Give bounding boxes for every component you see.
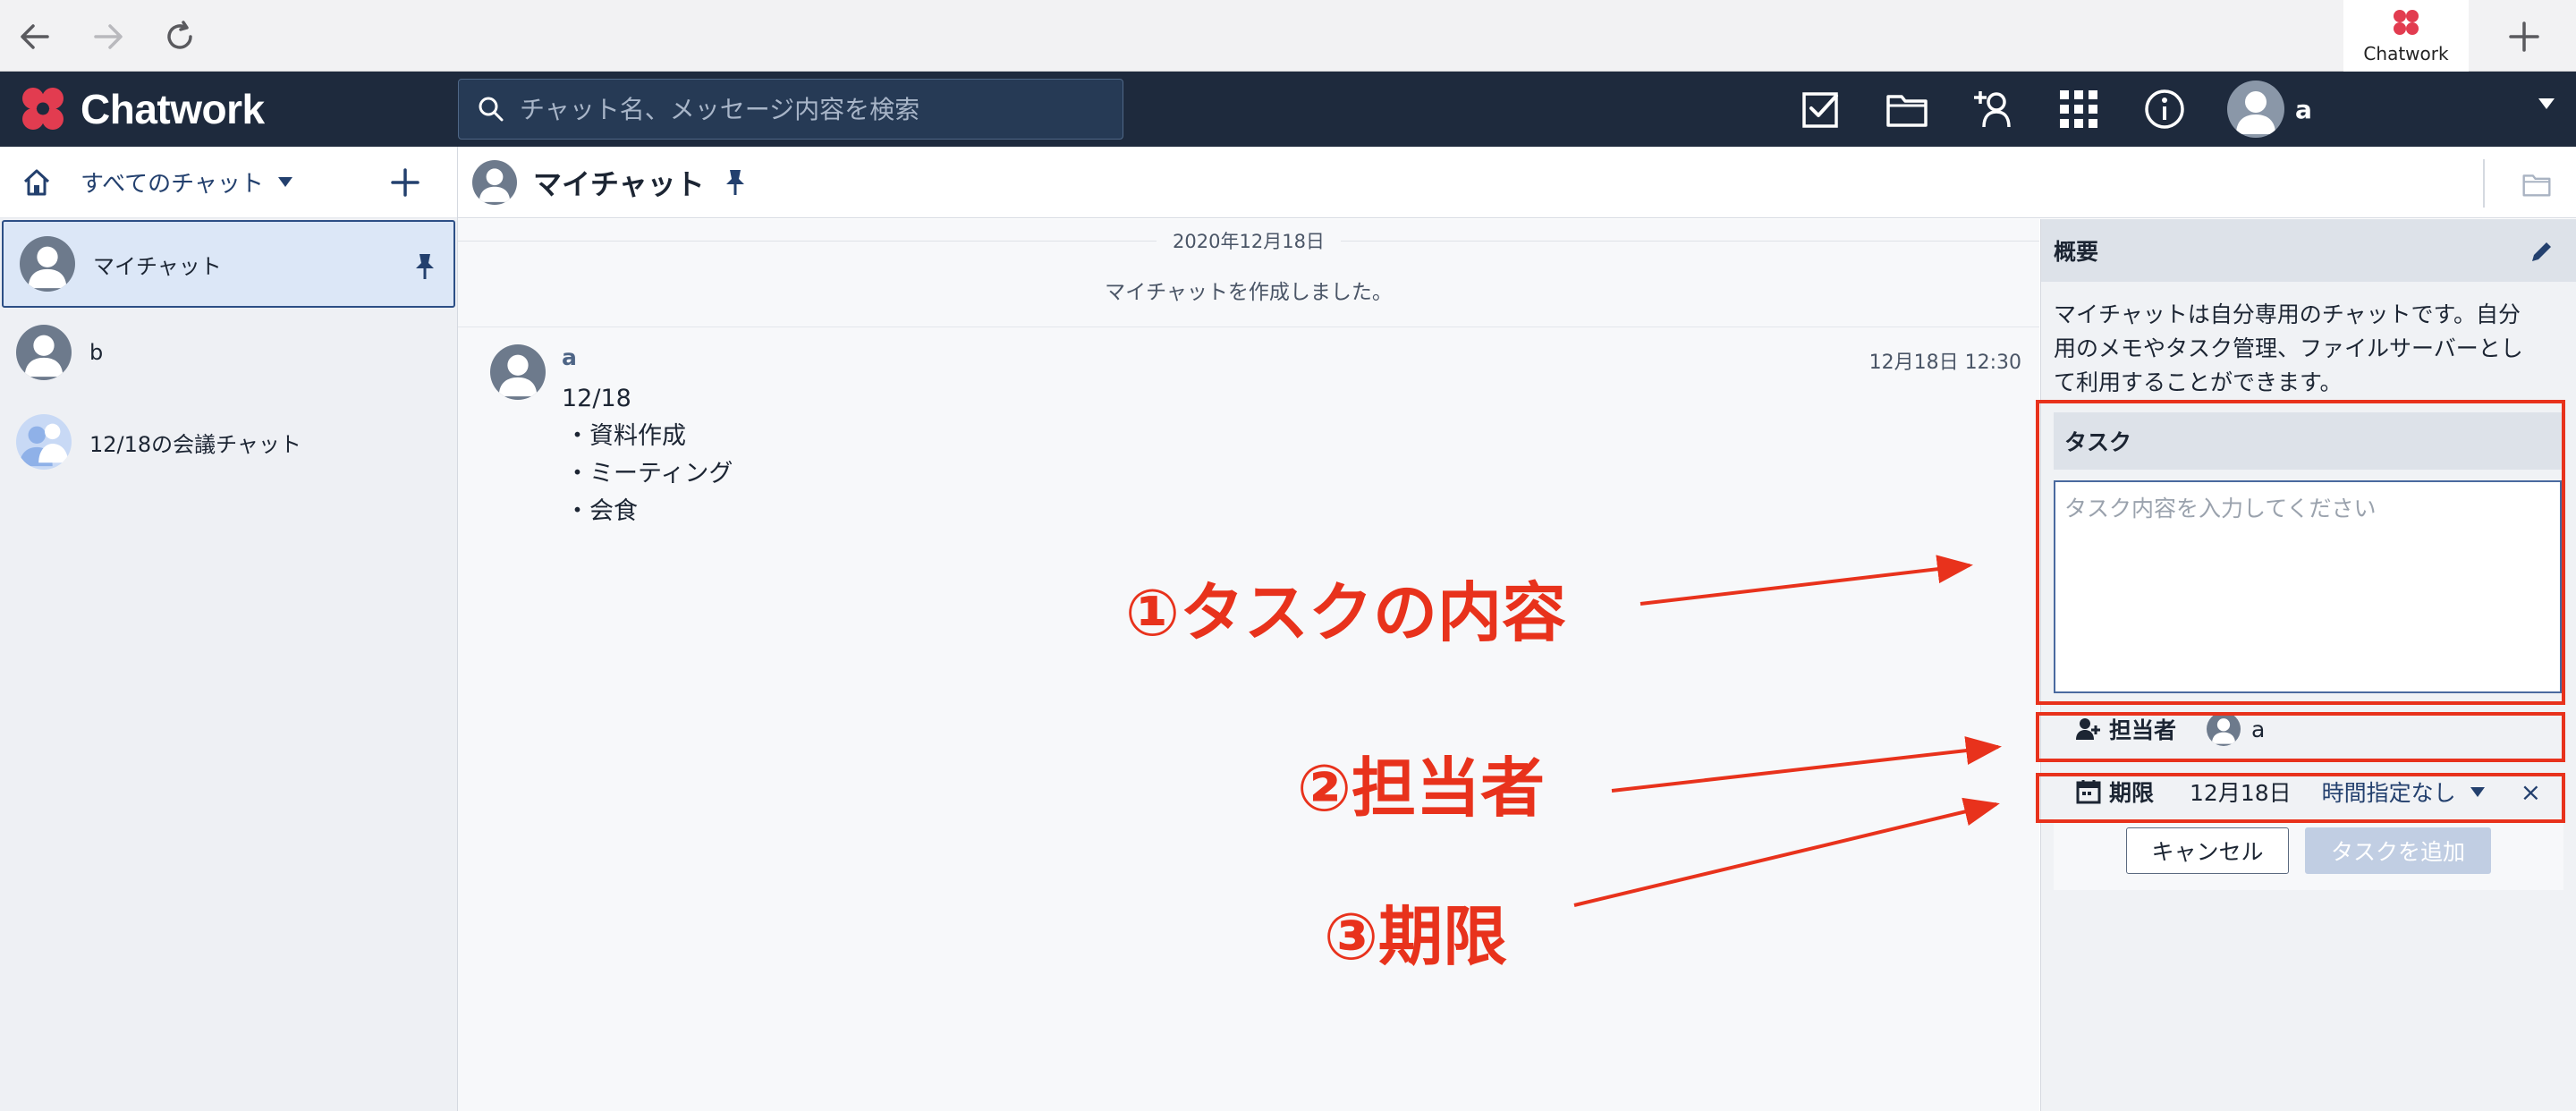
- chat-sidebar: すべてのチャット マイチャット b 12/18の会議チャット: [0, 147, 458, 1111]
- user-menu[interactable]: a: [2227, 79, 2312, 140]
- header-divider: [2483, 159, 2485, 208]
- search-input[interactable]: [520, 94, 1092, 124]
- room-name: b: [89, 340, 104, 365]
- sender-avatar: [490, 344, 546, 400]
- task-checkbox-icon: [1802, 92, 1838, 128]
- app-header: Chatwork a: [0, 72, 2576, 147]
- reload-icon: [167, 21, 192, 49]
- chatwork-logo-icon: [22, 88, 64, 130]
- chatwork-logo[interactable]: Chatwork: [16, 84, 265, 134]
- message-line: ・ミーティング: [565, 460, 733, 488]
- reload-button[interactable]: [157, 14, 202, 59]
- add-contact-icon: [1974, 91, 2011, 128]
- home-icon: [23, 169, 50, 195]
- room-avatar: [16, 325, 72, 380]
- annotation-box-assignee: [2036, 712, 2565, 762]
- room-name: マイチャット: [93, 253, 222, 279]
- room-header-avatar: [472, 159, 517, 205]
- forward-arrow-icon: [94, 24, 123, 49]
- apps-button[interactable]: [2055, 86, 2102, 132]
- chatwork-favicon-icon: [2394, 10, 2419, 35]
- room-name: 12/18の会議チャット: [89, 431, 301, 457]
- user-silhouette-icon: [2236, 91, 2275, 134]
- user-silhouette-icon: [498, 354, 538, 397]
- room-list: マイチャット b 12/18の会議チャット: [0, 220, 457, 487]
- browser-toolbar: Chatwork: [0, 0, 2576, 72]
- room-item-meeting[interactable]: 12/18の会議チャット: [0, 397, 457, 487]
- group-avatar: [16, 414, 72, 470]
- room-title: マイチャット: [533, 166, 705, 201]
- user-silhouette-icon: [28, 246, 67, 289]
- annotation-label-content: ①タスクの内容: [1125, 575, 1566, 650]
- system-message: マイチャットを作成しました。: [1105, 281, 1393, 304]
- overview-description: マイチャットは自分専用のチャットです。自分用のメモやタスク管理、ファイルサーバー…: [2054, 301, 2523, 395]
- room-avatar: [20, 236, 75, 292]
- group-icon: [19, 423, 69, 467]
- annotation-box-content: [2036, 400, 2565, 705]
- user-silhouette-icon: [479, 167, 511, 202]
- folder-icon: [1886, 95, 1928, 127]
- task-actions: キャンセル タスクを追加: [2054, 818, 2563, 890]
- user-menu-caret-icon[interactable]: [2538, 98, 2555, 109]
- pin-icon: [725, 169, 744, 195]
- room-header: マイチャット: [458, 147, 2576, 218]
- annotation-label-assignee: ②担当者: [1297, 751, 1545, 826]
- message-line: ・資料作成: [565, 422, 686, 450]
- grid-icon: [2060, 90, 2097, 128]
- plus-icon: [2509, 21, 2539, 52]
- folder-icon: [2522, 174, 2551, 197]
- filter-caret-icon[interactable]: [277, 177, 292, 187]
- plus-icon: [391, 168, 419, 197]
- add-contact-button[interactable]: [1970, 86, 2016, 132]
- room-item-b[interactable]: b: [0, 308, 457, 397]
- user-name: a: [2295, 94, 2312, 124]
- message-timeline: 2020年12月18日 マイチャットを作成しました。 a 12月18日 12:3…: [458, 219, 2039, 1111]
- add-task-button[interactable]: タスクを追加: [2305, 827, 2491, 874]
- user-silhouette-icon: [24, 335, 64, 377]
- sender-name[interactable]: a: [562, 344, 577, 370]
- browser-tab-label: Chatwork: [2363, 43, 2449, 64]
- info-icon: [2145, 89, 2184, 129]
- browser-tab[interactable]: Chatwork: [2343, 0, 2469, 72]
- edit-overview-button[interactable]: [2526, 235, 2558, 267]
- pencil-icon: [2532, 242, 2551, 261]
- forward-button[interactable]: [86, 14, 131, 59]
- message-line: 12/18: [562, 385, 631, 412]
- room-files-button[interactable]: [2519, 166, 2555, 202]
- back-arrow-icon: [21, 24, 49, 49]
- pin-icon: [416, 254, 434, 279]
- date-label: 2020年12月18日: [1157, 227, 1341, 254]
- annotation-label-due: ③期限: [1324, 899, 1507, 974]
- overview-title: 概要: [2054, 239, 2099, 265]
- overview-header: 概要: [2041, 219, 2576, 282]
- chat-filter-dropdown[interactable]: すべてのチャット: [80, 165, 264, 199]
- search-box[interactable]: [458, 79, 1123, 140]
- user-avatar: [2227, 81, 2284, 138]
- message-time: 12月18日 12:30: [1868, 352, 2021, 374]
- date-divider: 2020年12月18日: [458, 219, 2039, 262]
- add-chat-button[interactable]: [386, 163, 425, 202]
- files-button[interactable]: [1884, 86, 1930, 132]
- logo-text: Chatwork: [80, 86, 265, 132]
- annotation-box-due: [2036, 773, 2565, 823]
- message-line: ・会食: [565, 497, 638, 525]
- room-item-mychat[interactable]: マイチャット: [2, 220, 455, 308]
- back-button[interactable]: [13, 14, 57, 59]
- info-button[interactable]: [2141, 86, 2188, 132]
- sidebar-header: すべてのチャット: [0, 147, 457, 218]
- cancel-button[interactable]: キャンセル: [2126, 827, 2289, 874]
- tasks-button[interactable]: [1798, 86, 1844, 132]
- message-body: 12/18 ・資料作成 ・ミーティング ・会食: [562, 380, 733, 530]
- search-icon: [479, 97, 504, 122]
- new-tab-button[interactable]: [2500, 13, 2548, 61]
